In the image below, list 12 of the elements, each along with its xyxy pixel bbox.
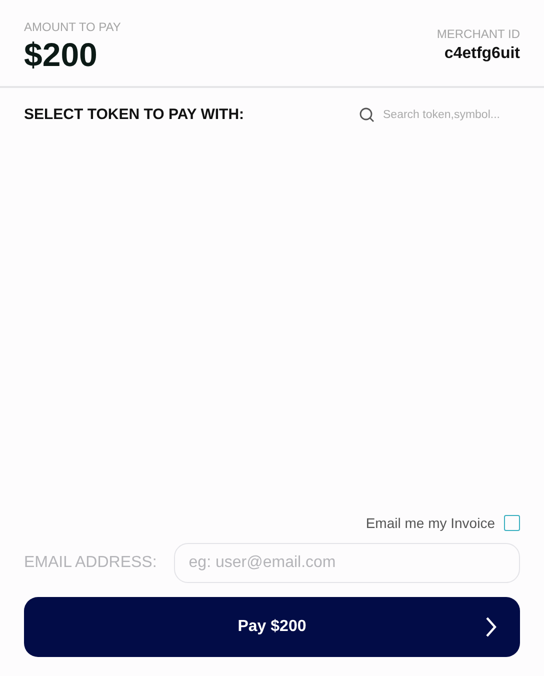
email-label: EMAIL ADDRESS: — [24, 554, 157, 572]
section-title: SELECT TOKEN TO PAY WITH: — [24, 106, 244, 123]
search-icon — [359, 106, 375, 122]
amount-label: AMOUNT TO PAY — [24, 20, 121, 34]
pay-button[interactable]: Pay $200 — [24, 597, 520, 657]
amount-value: $200 — [24, 36, 98, 74]
chevron-right-icon — [484, 616, 498, 638]
invoice-label: Email me my Invoice — [366, 515, 495, 531]
search-field[interactable]: Search token,symbol... — [381, 108, 520, 122]
invoice-checkbox[interactable] — [504, 515, 520, 531]
merchant-label: MERCHANT ID — [436, 27, 520, 41]
merchant-id: c4etfg6uit — [444, 45, 520, 63]
